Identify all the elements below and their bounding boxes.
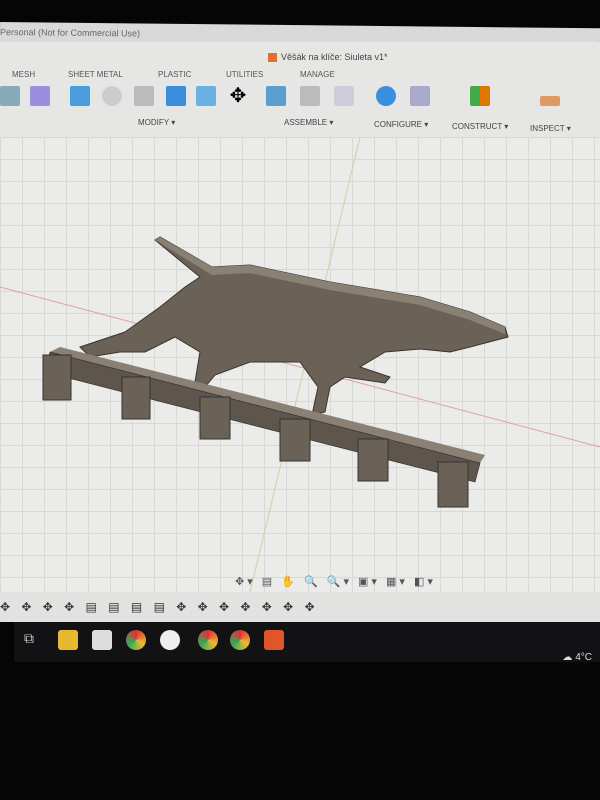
offset-face-icon[interactable] bbox=[196, 86, 216, 106]
chrome-icon[interactable] bbox=[126, 630, 146, 650]
tab-utilities[interactable]: UTILITIES bbox=[226, 70, 263, 79]
document-icon bbox=[268, 53, 277, 63]
combine-icon[interactable] bbox=[166, 86, 186, 106]
model bbox=[0, 136, 600, 593]
store-icon[interactable] bbox=[92, 630, 112, 650]
toolbar: Věšák na klíče: Siuleta v1* MESH SHEET M… bbox=[0, 42, 600, 138]
hook bbox=[42, 354, 72, 401]
hook bbox=[279, 418, 311, 462]
construct-plane-icon[interactable] bbox=[470, 86, 490, 106]
document-tab[interactable]: Věšák na klíče: Siuleta v1* bbox=[268, 52, 388, 63]
file-explorer-icon[interactable] bbox=[58, 630, 78, 650]
fusion-360-icon[interactable] bbox=[264, 630, 284, 650]
hook bbox=[121, 376, 151, 420]
shell-icon[interactable] bbox=[134, 86, 154, 106]
document-name: Věšák na klíče: Siuleta v1* bbox=[281, 52, 388, 62]
hook bbox=[437, 461, 469, 508]
tab-sheet-metal[interactable]: SHEET METAL bbox=[68, 70, 123, 79]
new-component-icon[interactable] bbox=[266, 86, 286, 106]
mesh-tool-icon[interactable] bbox=[30, 86, 50, 106]
move-icon[interactable]: ✥ bbox=[228, 86, 248, 106]
app-icon[interactable] bbox=[160, 630, 180, 650]
hanger-rail bbox=[42, 347, 485, 508]
joint-icon[interactable] bbox=[300, 86, 320, 106]
group-configure[interactable]: CONFIGURE ▾ bbox=[374, 120, 428, 129]
group-inspect[interactable]: INSPECT ▾ bbox=[530, 124, 571, 133]
task-view-icon[interactable]: ⧉ bbox=[24, 630, 44, 650]
hook bbox=[357, 438, 389, 482]
config-table-icon[interactable] bbox=[410, 86, 430, 106]
chrome-icon[interactable] bbox=[198, 630, 218, 650]
fillet-icon[interactable] bbox=[102, 86, 122, 106]
tab-mesh[interactable]: MESH bbox=[12, 70, 35, 79]
group-assemble[interactable]: ASSEMBLE ▾ bbox=[284, 118, 333, 127]
table-icon[interactable] bbox=[334, 86, 354, 106]
press-pull-icon[interactable] bbox=[70, 86, 90, 106]
taskbar: ⧉ ☁ 4°C bbox=[14, 622, 600, 663]
navigation-bar[interactable]: ✥▾ ▤ ✋ 🔍 🔍▾ ▣▾ ▦▾ ◧▾ bbox=[235, 575, 436, 588]
chrome-icon[interactable] bbox=[230, 630, 250, 650]
3d-viewport[interactable]: ✥▾ ▤ ✋ 🔍 🔍▾ ▣▾ ▦▾ ◧▾ bbox=[0, 136, 600, 593]
tab-plastic[interactable]: PLASTIC bbox=[158, 70, 191, 79]
group-modify[interactable]: MODIFY ▾ bbox=[138, 118, 175, 127]
temperature: 4°C bbox=[575, 652, 592, 663]
timeline[interactable]: ✥ ✥ ✥ ✥ ▤ ▤ ▤ ▤ ✥ ✥ ✥ ✥ ✥ ✥ ✥ bbox=[0, 592, 600, 622]
group-construct[interactable]: CONSTRUCT ▾ bbox=[452, 122, 508, 131]
cloud-icon: ☁ bbox=[562, 652, 576, 663]
weather[interactable]: ☁ 4°C bbox=[562, 652, 592, 663]
tab-manage[interactable]: MANAGE bbox=[300, 70, 335, 79]
mesh-icon[interactable] bbox=[0, 86, 20, 106]
hook bbox=[199, 396, 231, 440]
configure-icon[interactable] bbox=[376, 86, 396, 106]
measure-icon[interactable] bbox=[540, 96, 560, 106]
